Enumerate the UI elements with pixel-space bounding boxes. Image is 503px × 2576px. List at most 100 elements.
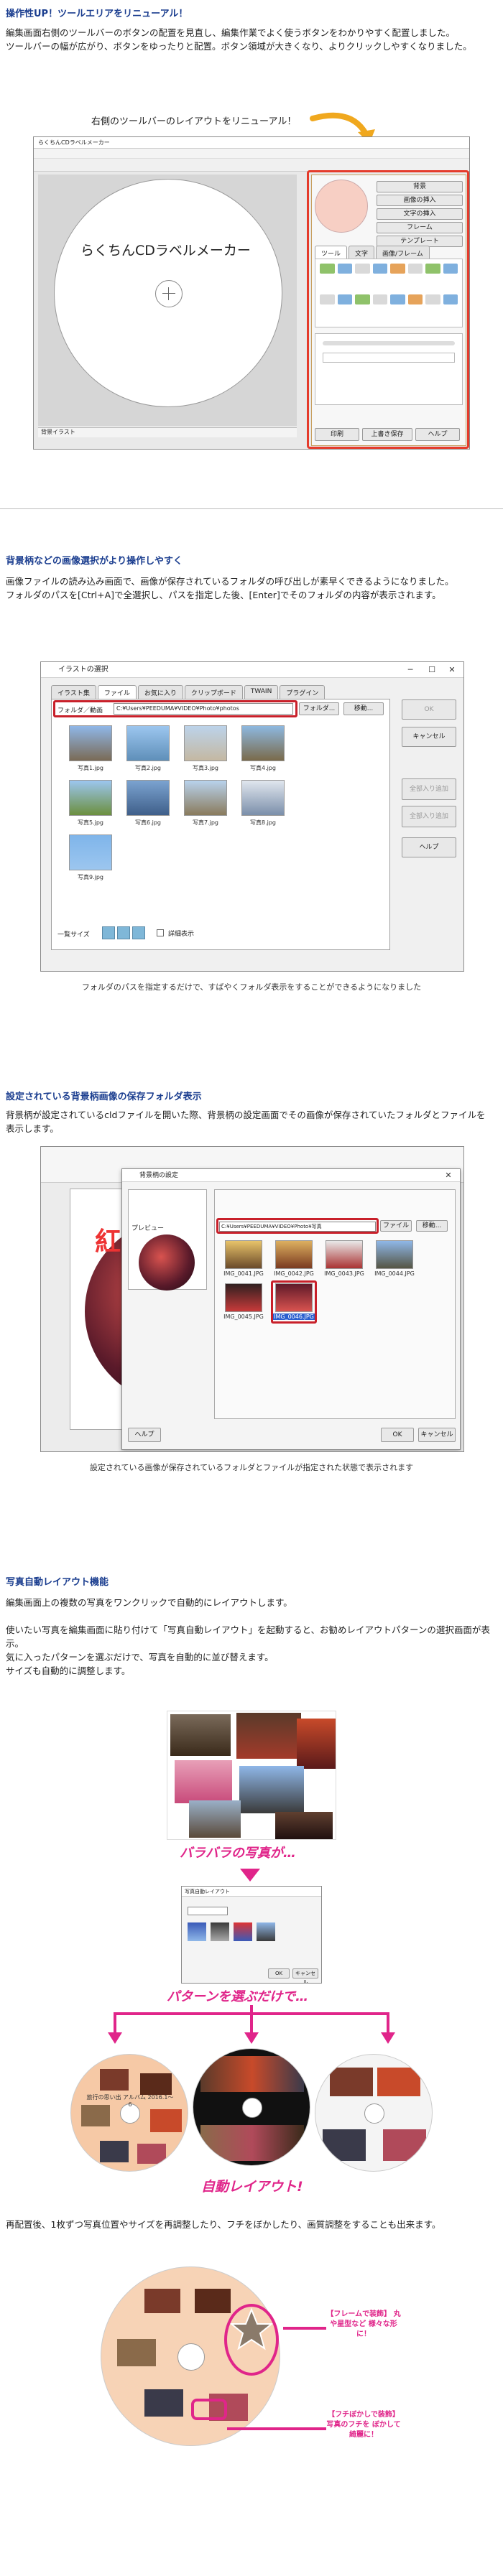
editor-screenshot: らくちんCDラベルメーカー らくちんCDラベルメーカー 背景イラスト 背景 画像… [33,136,470,450]
photo-thumb[interactable] [69,834,112,870]
photo-thumb[interactable] [184,780,227,816]
highlight-box [216,1218,379,1234]
blur-highlight [191,2399,227,2420]
tab-file[interactable]: ファイル [97,685,137,699]
dialog-titlebar: イラストの選択 ─ ☐ ✕ [41,662,463,678]
pattern-option[interactable] [211,1922,229,1941]
photo-thumb[interactable] [241,725,285,761]
photo-piece [275,1812,333,1839]
help-button[interactable]: ヘルプ [128,1428,161,1442]
tab-clipboard[interactable]: クリップボード [184,685,243,699]
view-size-buttons [102,926,145,939]
label-auto: 自動レイアウト! [201,2179,303,2195]
photo-piece [189,1800,241,1838]
section2-text: 画像ファイルの読み込み画面で、画像が保存されているフォルダの呼び出しが素早くでき… [6,575,494,602]
pattern-option[interactable] [234,1922,252,1941]
photo-piece [297,1719,336,1769]
folder-button[interactable]: フォルダ... [299,702,339,715]
section3-title: 設定されている背景柄画像の保存フォルダ表示 [6,1092,202,1102]
view-size-large-icon[interactable] [132,926,145,939]
branch-arrows-icon [108,2005,395,2044]
preview-label: プレビュー [131,1225,165,1232]
background-dialog: 背景柄の設定 ✕ プレビュー C:¥Users¥PEEDUMA¥VIDEO¥Ph… [121,1168,461,1450]
photo-name: 写真8.jpg [249,819,276,826]
highlight-box [307,170,469,449]
status-tab[interactable]: 背景イラスト [38,427,297,437]
arrow-down-icon [240,1869,260,1882]
ok-button[interactable]: OK [268,1968,290,1979]
section3-caption: 設定されている画像が保存されているフォルダとファイルが指定された状態で表示されま… [89,1463,414,1472]
photo-name: IMG_0041.JPG [223,1270,264,1277]
file-button[interactable]: ファイル [380,1220,412,1232]
photo-thumb[interactable] [126,725,170,761]
editor-canvas[interactable]: らくちんCDラベルメーカー [38,175,297,426]
pattern-option[interactable] [188,1922,206,1941]
photo-name: 写真3.jpg [192,765,218,771]
section4-title: 写真自動レイアウト機能 [6,1577,109,1588]
editor-titlebar: らくちんCDラベルメーカー [34,137,469,149]
highlight-box [271,1280,317,1324]
result-disc-text: 旅行の思い出 アルバム 2016.1～6 [86,2094,174,2108]
photo-thumb[interactable] [69,780,112,816]
photo-thumb[interactable] [225,1240,262,1269]
minimize-icon[interactable]: ─ [400,662,420,678]
section1-text: 編集画面右側のツールバーのボタンの配置を見直し、編集作業でよく使うボタンをわかり… [6,26,494,53]
photo-thumb[interactable] [376,1240,413,1269]
section4-line: 編集画面上の複数の写真をワンクリックで自動的にレイアウトします。 [6,1597,292,1608]
photo-thumb[interactable] [275,1240,313,1269]
add-all-button-2[interactable]: 全部入り追加 [402,806,456,827]
cancel-button[interactable]: キャンセル [292,1968,318,1983]
cancel-button[interactable]: キャンセル [402,727,456,747]
photo-name: 写真2.jpg [134,765,161,771]
photo-thumb[interactable] [69,725,112,761]
move-button[interactable]: 移動... [343,702,384,715]
view-size-medium-icon[interactable] [117,926,130,939]
section4-line: サイズも自動的に調整します。 [6,1665,131,1676]
tab-illust[interactable]: イラスト集 [51,685,96,699]
disc-hole [155,280,183,307]
close-icon[interactable]: ✕ [442,662,462,678]
photo-name: 写真1.jpg [77,765,103,771]
add-all-button[interactable]: 全部入り追加 [402,778,456,800]
dialog-left-buttons: ヘルプ [128,1428,161,1442]
cancel-button[interactable]: キャンセル [418,1428,456,1442]
background-dialog-screenshot: 紅 背景柄の設定 ✕ プレビュー C:¥Users¥PEEDUMA¥VIDEO¥… [40,1146,464,1452]
photo-piece [239,1766,304,1813]
preview-disc [139,1234,195,1291]
photo-piece [175,1760,232,1803]
tab-favorite[interactable]: お気に入り [137,685,183,699]
note-blur: 【フチぼかしで装飾】 写真のフチを ぼかして綺麗に！ [326,2410,401,2440]
pattern-option[interactable] [257,1922,275,1941]
move-button[interactable]: 移動... [416,1220,448,1232]
maximize-icon[interactable]: ☐ [422,662,442,678]
disc-text: 紅 [95,1227,121,1257]
section1-line: 編集画面右側のツールバーのボタンの配置を見直し、編集作業でよく使うボタンをわかり… [6,27,456,38]
close-icon[interactable]: ✕ [438,1169,458,1182]
dialog-titlebar: 背景柄の設定 ✕ [122,1169,460,1182]
help-button[interactable]: ヘルプ [402,837,456,857]
scattered-photos [167,1711,336,1840]
photo-thumb[interactable] [126,780,170,816]
ok-button[interactable]: OK [381,1428,414,1442]
result-disc-3 [315,2054,433,2172]
pattern-select[interactable] [188,1907,228,1915]
tab-plugin[interactable]: プラグイン [280,685,326,699]
photo-thumb[interactable] [225,1283,262,1312]
ok-button[interactable]: OK [402,699,456,720]
file-panel: フォルダ／動画 C:¥Users¥PEEDUMA¥VIDEO¥Photo¥pho… [51,699,390,950]
photo-name: 写真6.jpg [134,819,161,826]
photo-thumb[interactable] [241,780,285,816]
photo-thumb[interactable] [184,725,227,761]
note-frame: 【フレームで装飾】 丸や星型など 様々な形に！ [326,2310,401,2340]
label-choose: パターンを選ぶだけで… [167,1989,309,2004]
section4-text: 編集画面上の複数の写真をワンクリックで自動的にレイアウトします。 使いたい写真を… [6,1596,494,1678]
detail-checkbox[interactable] [157,929,164,936]
section4-line: 気に入ったパターンを選ぶだけで、写真を自動的に並び替えます。 [6,1652,274,1663]
label-scattered: バラバラの写真が… [180,1846,296,1861]
tab-twain[interactable]: TWAIN [244,685,279,699]
illust-dialog-screenshot: イラストの選択 ─ ☐ ✕ イラスト集 ファイル お気に入り クリップボード T… [40,661,464,972]
photo-thumb[interactable] [326,1240,363,1269]
view-size-small-icon[interactable] [102,926,115,939]
photo-name: 写真9.jpg [77,874,103,880]
section1-line: ツールバーの幅が広がり、ボタンをゆったりと配置。ボタン領域が大きくなり、よりクリ… [6,41,472,52]
